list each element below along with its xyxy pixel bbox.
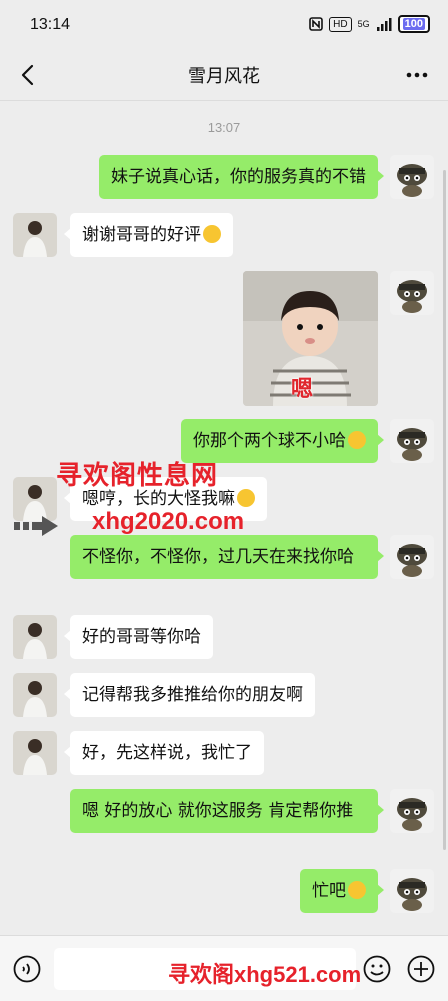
my-avatar[interactable] (390, 869, 434, 913)
contact-avatar[interactable] (13, 615, 57, 659)
plus-circle-icon[interactable] (406, 954, 436, 984)
signal-icon (376, 17, 392, 31)
emoji-smile-icon (237, 489, 255, 507)
message-row: 好的哥哥等你哈 (0, 615, 448, 663)
message-bubble-outgoing[interactable]: 不怪你，不怪你，过几天在来找你哈 (70, 535, 384, 579)
more-dots-icon[interactable] (402, 60, 432, 90)
message-text: 嗯 好的放心 就你这服务 肯定帮你推 (82, 801, 354, 821)
scrollbar[interactable] (443, 170, 446, 850)
watermark-url: xhg2020.com (92, 508, 245, 535)
my-avatar[interactable] (390, 789, 434, 833)
message-bubble-incoming[interactable]: 谢谢哥哥的好评 (64, 213, 233, 257)
message-text: 忙吧 (312, 881, 346, 901)
voice-icon[interactable] (12, 954, 42, 984)
my-avatar[interactable] (390, 419, 434, 463)
chat-title: 雪月风花 (188, 66, 260, 87)
contact-avatar[interactable] (13, 213, 57, 257)
watermark-text: 寻欢阁性息网 (56, 461, 219, 491)
battery-level: 100 (402, 18, 425, 30)
message-bubble-incoming[interactable]: 记得帮我多推推给你的朋友啊 (64, 673, 315, 717)
chat-timestamp: 13:07 (207, 120, 241, 135)
hd-badge: HD (329, 16, 352, 32)
status-bar: 13:14 HD 5G 100 (0, 0, 448, 50)
status-time: 13:14 (30, 16, 71, 33)
arrow-right-icon (14, 516, 58, 536)
message-text: 嗯哼，长的大怪我嘛 (82, 489, 235, 509)
message-row: 妹子说真心话，你的服务真的不错 (0, 155, 448, 203)
message-row: 嗯 (0, 271, 448, 409)
status-icons: HD 5G 100 (309, 15, 430, 33)
my-avatar[interactable] (390, 155, 434, 199)
contact-avatar[interactable] (13, 731, 57, 775)
message-row: 忙吧 (0, 869, 448, 917)
sticker-caption: 嗯 (291, 377, 314, 402)
sticker-image[interactable]: 嗯 (243, 271, 378, 406)
message-text: 记得帮我多推推给你的朋友啊 (82, 685, 303, 705)
my-avatar[interactable] (390, 271, 434, 315)
message-bubble-incoming[interactable]: 好的哥哥等你哈 (64, 615, 213, 659)
message-text: 妹子说真心话，你的服务真的不错 (111, 167, 366, 187)
watermark-footer: 寻欢阁xhg521.com (168, 962, 362, 987)
message-text: 好，先这样说，我忙了 (82, 743, 252, 763)
message-row: 嗯 好的放心 就你这服务 肯定帮你推 (0, 789, 448, 857)
emoji-icon[interactable] (362, 954, 392, 984)
message-bubble-outgoing[interactable]: 妹子说真心话，你的服务真的不错 (99, 155, 384, 199)
nfc-icon (309, 17, 323, 31)
nav-bar: 雪月风花 (0, 50, 448, 101)
message-bubble-outgoing[interactable]: 忙吧 (300, 869, 384, 913)
message-text: 你那个两个球不小哈 (193, 431, 346, 451)
emoji-blush-icon (203, 225, 221, 243)
battery-indicator: 100 (397, 15, 430, 33)
message-row: 谢谢哥哥的好评 (0, 213, 448, 261)
message-text: 谢谢哥哥的好评 (82, 225, 201, 245)
signal-label: 5G (357, 19, 370, 29)
message-bubble-incoming[interactable]: 好，先这样说，我忙了 (64, 731, 264, 775)
my-avatar[interactable] (390, 535, 434, 579)
message-text: 不怪你，不怪你，过几天在来找你哈 (82, 547, 354, 567)
message-bubble-outgoing[interactable]: 嗯 好的放心 就你这服务 肯定帮你推 (70, 789, 384, 833)
emoji-thinking-icon (348, 431, 366, 449)
message-row: 记得帮我多推推给你的朋友啊 (0, 673, 448, 721)
message-row: 好，先这样说，我忙了 (0, 731, 448, 779)
emoji-thinking-icon (348, 881, 366, 899)
contact-avatar[interactable] (13, 673, 57, 717)
message-row: 不怪你，不怪你，过几天在来找你哈 (0, 535, 448, 603)
message-text: 好的哥哥等你哈 (82, 627, 201, 647)
